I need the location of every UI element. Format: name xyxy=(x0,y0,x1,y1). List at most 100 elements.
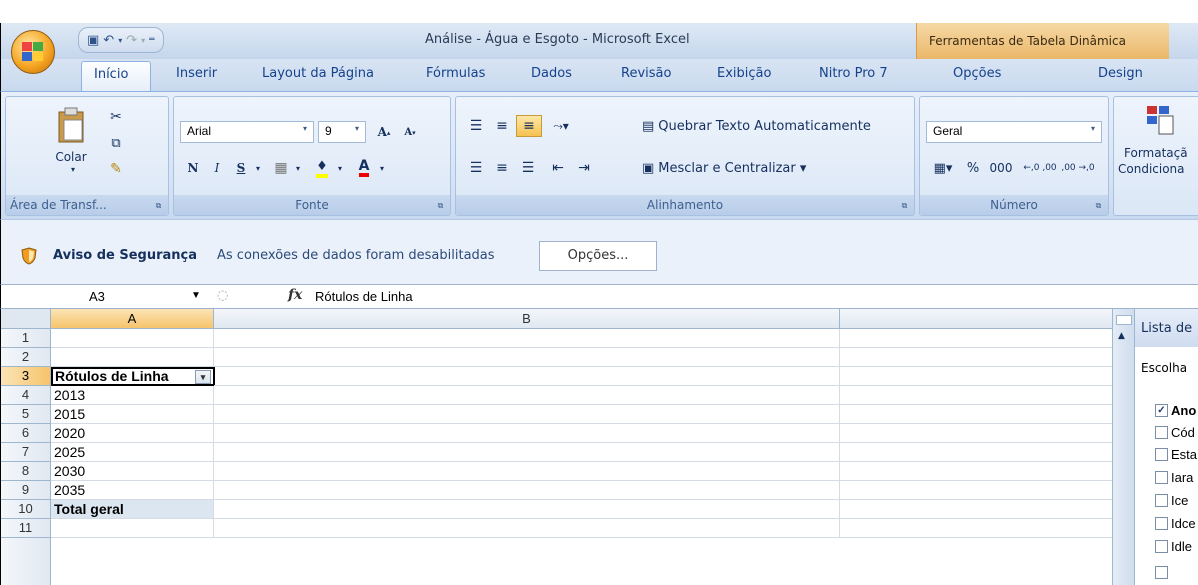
bold-button[interactable]: N xyxy=(182,157,204,179)
checkbox-icon[interactable] xyxy=(1155,425,1168,439)
align-middle-icon[interactable]: ≡ xyxy=(490,115,514,137)
row-header[interactable]: 6 xyxy=(1,424,51,443)
chevron-down-icon[interactable]: ▾ xyxy=(252,157,264,179)
chevron-down-icon[interactable]: ▾ xyxy=(376,157,388,179)
pane-collapse-icon[interactable] xyxy=(1116,315,1132,325)
customize-qat-icon[interactable]: ═ xyxy=(149,35,154,45)
tab-layout[interactable]: Layout da Página xyxy=(262,66,374,81)
accounting-format-icon[interactable]: ▦▾ xyxy=(926,157,960,179)
number-format-combo[interactable]: Geral ▾ xyxy=(926,121,1102,143)
cond-format-line1[interactable]: Formataçã xyxy=(1124,145,1198,161)
number-launcher-icon[interactable]: ⧉ xyxy=(1093,200,1104,211)
checkbox-icon[interactable] xyxy=(1155,470,1168,484)
column-header-b[interactable]: B xyxy=(214,309,840,329)
borders-icon[interactable]: ▦ xyxy=(270,157,292,179)
worksheet-grid[interactable]: A B 1 2 3 4 5 6 7 8 9 10 11 Rótulos de L… xyxy=(0,309,1113,585)
save-icon[interactable]: ▣ xyxy=(87,33,99,48)
row-header[interactable]: 5 xyxy=(1,405,51,424)
tab-exibicao[interactable]: Exibição xyxy=(717,66,771,81)
tab-opcoes[interactable]: Opções xyxy=(953,66,1001,81)
field-iara[interactable]: Iara xyxy=(1155,466,1198,488)
increase-decimal-button[interactable]: ←,0 ,00 xyxy=(1022,157,1058,179)
insert-function-icon[interactable]: fx xyxy=(288,287,302,303)
checkbox-icon[interactable] xyxy=(1155,539,1168,553)
column-header-a[interactable]: A xyxy=(51,309,214,329)
font-launcher-icon[interactable]: ⧉ xyxy=(435,200,446,211)
copy-icon[interactable]: ⧉ xyxy=(106,133,126,153)
decrease-decimal-button[interactable]: ,00 →,0 xyxy=(1060,157,1096,179)
comma-style-button[interactable]: 000 xyxy=(986,157,1016,179)
tab-dados[interactable]: Dados xyxy=(531,66,572,81)
align-left-icon[interactable]: ☰ xyxy=(464,157,488,179)
chevron-down-icon[interactable]: ▾ xyxy=(334,157,346,179)
align-bottom-icon[interactable]: ≡ xyxy=(516,115,542,137)
undo-dropdown-icon[interactable]: ▾ xyxy=(118,36,122,45)
cell-a7[interactable]: 2025 xyxy=(51,443,214,462)
grow-font-icon[interactable]: A ▴ xyxy=(372,121,396,143)
italic-button[interactable]: I xyxy=(206,157,228,179)
paste-label[interactable]: Colar xyxy=(46,149,96,165)
row-header[interactable]: 1 xyxy=(1,329,51,348)
row-header[interactable]: 4 xyxy=(1,386,51,405)
format-painter-icon[interactable]: ✎ xyxy=(106,159,126,179)
field-next-partial[interactable] xyxy=(1155,561,1198,583)
tab-inicio[interactable]: Início xyxy=(81,61,151,91)
row-header[interactable]: 7 xyxy=(1,443,51,462)
row-header[interactable]: 8 xyxy=(1,462,51,481)
field-idce[interactable]: Idce xyxy=(1155,512,1198,534)
cut-icon[interactable]: ✂ xyxy=(106,107,126,127)
cell-a10-total[interactable]: Total geral xyxy=(51,500,214,519)
fill-color-icon[interactable]: ♦ xyxy=(310,157,334,179)
font-size-combo[interactable]: 9 ▾ xyxy=(318,121,366,143)
cell-a1[interactable] xyxy=(51,329,214,348)
column-header-c[interactable] xyxy=(840,309,1113,329)
align-top-icon[interactable]: ☰ xyxy=(464,115,488,137)
checkbox-icon[interactable] xyxy=(1155,565,1168,579)
formula-input[interactable]: Rótulos de Linha xyxy=(315,289,413,304)
triangle-up-icon[interactable]: ▲ xyxy=(1118,331,1125,341)
conditional-formatting-icon[interactable] xyxy=(1144,103,1176,137)
checkbox-icon[interactable] xyxy=(1155,493,1168,507)
paste-button[interactable] xyxy=(54,105,88,145)
row-header[interactable]: 11 xyxy=(1,519,51,538)
align-center-icon[interactable]: ≡ xyxy=(490,157,514,179)
font-color-icon[interactable]: A xyxy=(352,157,376,179)
row-header[interactable]: 2 xyxy=(1,348,51,367)
field-idle[interactable]: Idle xyxy=(1155,535,1198,557)
tab-revisao[interactable]: Revisão xyxy=(621,66,671,81)
field-cod[interactable]: Cód xyxy=(1155,421,1198,443)
chevron-down-icon[interactable]: ▼ xyxy=(191,290,201,301)
cond-format-line2[interactable]: Condiciona xyxy=(1118,161,1198,177)
filter-dropdown-icon[interactable]: ▾ xyxy=(195,370,211,384)
row-header[interactable]: 9 xyxy=(1,481,51,500)
chevron-down-icon[interactable]: ▾ xyxy=(292,157,304,179)
field-ano[interactable]: ✓ Ano xyxy=(1155,399,1198,421)
cell-a6[interactable]: 2020 xyxy=(51,424,214,443)
underline-button[interactable]: S xyxy=(230,157,252,179)
paste-dropdown-icon[interactable]: ▾ xyxy=(68,164,78,174)
clipboard-launcher-icon[interactable]: ⧉ xyxy=(153,200,164,211)
cell-a3-row-labels[interactable]: Rótulos de Linha ▾ xyxy=(51,367,215,386)
checkbox-icon[interactable] xyxy=(1155,516,1168,530)
orientation-icon[interactable]: ⤳▾ xyxy=(546,115,576,137)
tab-nitro[interactable]: Nitro Pro 7 xyxy=(819,66,888,81)
security-options-button[interactable]: Opções... xyxy=(539,241,657,271)
row-header[interactable]: 10 xyxy=(1,500,51,519)
align-right-icon[interactable]: ☰ xyxy=(516,157,540,179)
font-name-combo[interactable]: Arial ▾ xyxy=(180,121,314,143)
name-box[interactable]: A3 ▼ xyxy=(1,285,215,308)
merge-center-button[interactable]: ▣ Mesclar e Centralizar ▾ xyxy=(642,157,842,179)
wrap-text-button[interactable]: ▤ Quebrar Texto Automaticamente xyxy=(642,115,904,137)
grid-cells-bc[interactable] xyxy=(214,329,1113,538)
tab-inserir[interactable]: Inserir xyxy=(176,66,217,81)
cell-a11[interactable] xyxy=(51,519,214,538)
field-ice[interactable]: Ice xyxy=(1155,489,1198,511)
cell-a2[interactable] xyxy=(51,348,214,367)
alignment-launcher-icon[interactable]: ⧉ xyxy=(899,200,910,211)
undo-icon[interactable]: ↶ xyxy=(103,33,114,48)
percent-style-button[interactable]: % xyxy=(962,157,984,179)
decrease-indent-icon[interactable]: ⇤ xyxy=(546,157,570,179)
pane-splitter[interactable]: ▲ xyxy=(1112,309,1134,585)
checkbox-icon[interactable] xyxy=(1155,447,1168,461)
cell-a9[interactable]: 2035 xyxy=(51,481,214,500)
